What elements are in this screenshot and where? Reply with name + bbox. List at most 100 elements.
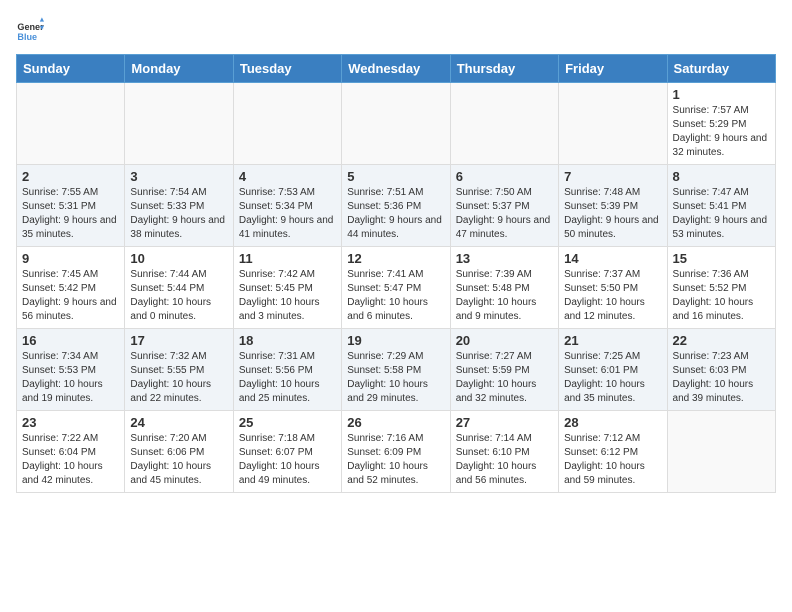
day-number: 24 — [130, 415, 227, 430]
day-cell: 26 Sunrise: 7:16 AM Sunset: 6:09 PM Dayli… — [342, 411, 450, 493]
day-info: Sunrise: 7:22 AM Sunset: 6:04 PM Dayligh… — [22, 432, 119, 488]
svg-text:General: General — [17, 22, 44, 32]
day-info: Sunrise: 7:54 AM Sunset: 5:33 PM Dayligh… — [130, 186, 227, 242]
day-cell: 16 Sunrise: 7:34 AM Sunset: 5:53 PM Dayli… — [17, 329, 125, 411]
day-info: Sunrise: 7:34 AM Sunset: 5:53 PM Dayligh… — [22, 350, 119, 406]
day-number: 14 — [564, 251, 661, 266]
logo-icon: General Blue — [16, 16, 44, 44]
weekday-header-monday: Monday — [125, 55, 233, 83]
day-cell: 14 Sunrise: 7:37 AM Sunset: 5:50 PM Dayli… — [559, 247, 667, 329]
day-cell: 22Sunrise: 7:23 AM Sunset: 6:03 PM Dayli… — [667, 329, 775, 411]
day-info: Sunrise: 7:41 AM Sunset: 5:47 PM Dayligh… — [347, 268, 444, 324]
day-info: Sunrise: 7:27 AM Sunset: 5:59 PM Dayligh… — [456, 350, 553, 406]
day-cell — [233, 83, 341, 165]
day-info: Sunrise: 7:29 AM Sunset: 5:58 PM Dayligh… — [347, 350, 444, 406]
day-number: 2 — [22, 169, 119, 184]
weekday-header-saturday: Saturday — [667, 55, 775, 83]
day-info: Sunrise: 7:16 AM Sunset: 6:09 PM Dayligh… — [347, 432, 444, 488]
day-info: Sunrise: 7:23 AM Sunset: 6:03 PM Dayligh… — [673, 350, 770, 406]
day-number: 6 — [456, 169, 553, 184]
day-number: 10 — [130, 251, 227, 266]
day-number: 21 — [564, 333, 661, 348]
weekday-header-thursday: Thursday — [450, 55, 558, 83]
day-number: 23 — [22, 415, 119, 430]
weekday-header-wednesday: Wednesday — [342, 55, 450, 83]
day-number: 20 — [456, 333, 553, 348]
day-info: Sunrise: 7:53 AM Sunset: 5:34 PM Dayligh… — [239, 186, 336, 242]
day-cell: 20 Sunrise: 7:27 AM Sunset: 5:59 PM Dayli… — [450, 329, 558, 411]
day-info: Sunrise: 7:55 AM Sunset: 5:31 PM Dayligh… — [22, 186, 119, 242]
day-cell: 18 Sunrise: 7:31 AM Sunset: 5:56 PM Dayli… — [233, 329, 341, 411]
day-info: Sunrise: 7:57 AM Sunset: 5:29 PM Dayligh… — [673, 104, 770, 160]
day-number: 5 — [347, 169, 444, 184]
day-cell: 19 Sunrise: 7:29 AM Sunset: 5:58 PM Dayli… — [342, 329, 450, 411]
weekday-header-tuesday: Tuesday — [233, 55, 341, 83]
day-info: Sunrise: 7:12 AM Sunset: 6:12 PM Dayligh… — [564, 432, 661, 488]
day-info: Sunrise: 7:31 AM Sunset: 5:56 PM Dayligh… — [239, 350, 336, 406]
day-number: 9 — [22, 251, 119, 266]
svg-text:Blue: Blue — [17, 32, 37, 42]
day-info: Sunrise: 7:51 AM Sunset: 5:36 PM Dayligh… — [347, 186, 444, 242]
day-cell — [559, 83, 667, 165]
day-number: 28 — [564, 415, 661, 430]
day-info: Sunrise: 7:44 AM Sunset: 5:44 PM Dayligh… — [130, 268, 227, 324]
day-cell: 27 Sunrise: 7:14 AM Sunset: 6:10 PM Dayli… — [450, 411, 558, 493]
day-number: 27 — [456, 415, 553, 430]
day-cell: 4 Sunrise: 7:53 AM Sunset: 5:34 PM Daylig… — [233, 165, 341, 247]
day-info: Sunrise: 7:37 AM Sunset: 5:50 PM Dayligh… — [564, 268, 661, 324]
day-cell: 15 Sunrise: 7:36 AM Sunset: 5:52 PM Dayli… — [667, 247, 775, 329]
day-cell: 6 Sunrise: 7:50 AM Sunset: 5:37 PM Daylig… — [450, 165, 558, 247]
day-info: Sunrise: 7:36 AM Sunset: 5:52 PM Dayligh… — [673, 268, 770, 324]
day-cell: 28 Sunrise: 7:12 AM Sunset: 6:12 PM Dayli… — [559, 411, 667, 493]
calendar-table: SundayMondayTuesdayWednesdayThursdayFrid… — [16, 54, 776, 493]
day-number: 8 — [673, 169, 770, 184]
day-cell: 17 Sunrise: 7:32 AM Sunset: 5:55 PM Dayli… — [125, 329, 233, 411]
day-number: 15 — [673, 251, 770, 266]
weekday-header-friday: Friday — [559, 55, 667, 83]
day-number: 3 — [130, 169, 227, 184]
weekday-header-row: SundayMondayTuesdayWednesdayThursdayFrid… — [17, 55, 776, 83]
day-info: Sunrise: 7:47 AM Sunset: 5:41 PM Dayligh… — [673, 186, 770, 242]
day-info: Sunrise: 7:32 AM Sunset: 5:55 PM Dayligh… — [130, 350, 227, 406]
day-cell: 12 Sunrise: 7:41 AM Sunset: 5:47 PM Dayli… — [342, 247, 450, 329]
day-cell: 11 Sunrise: 7:42 AM Sunset: 5:45 PM Dayli… — [233, 247, 341, 329]
week-row-3: 9Sunrise: 7:45 AM Sunset: 5:42 PM Daylig… — [17, 247, 776, 329]
day-cell: 24 Sunrise: 7:20 AM Sunset: 6:06 PM Dayli… — [125, 411, 233, 493]
day-number: 4 — [239, 169, 336, 184]
day-cell — [450, 83, 558, 165]
day-cell — [342, 83, 450, 165]
day-info: Sunrise: 7:39 AM Sunset: 5:48 PM Dayligh… — [456, 268, 553, 324]
day-number: 18 — [239, 333, 336, 348]
page-header: General Blue — [16, 16, 776, 44]
day-number: 7 — [564, 169, 661, 184]
day-cell — [667, 411, 775, 493]
day-number: 19 — [347, 333, 444, 348]
week-row-4: 16 Sunrise: 7:34 AM Sunset: 5:53 PM Dayli… — [17, 329, 776, 411]
day-cell: 13 Sunrise: 7:39 AM Sunset: 5:48 PM Dayli… — [450, 247, 558, 329]
day-info: Sunrise: 7:50 AM Sunset: 5:37 PM Dayligh… — [456, 186, 553, 242]
day-cell: 1 Sunrise: 7:57 AM Sunset: 5:29 PM Daylig… — [667, 83, 775, 165]
day-info: Sunrise: 7:20 AM Sunset: 6:06 PM Dayligh… — [130, 432, 227, 488]
day-info: Sunrise: 7:48 AM Sunset: 5:39 PM Dayligh… — [564, 186, 661, 242]
day-cell: 2 Sunrise: 7:55 AM Sunset: 5:31 PM Daylig… — [17, 165, 125, 247]
day-number: 26 — [347, 415, 444, 430]
week-row-1: 1 Sunrise: 7:57 AM Sunset: 5:29 PM Daylig… — [17, 83, 776, 165]
day-info: Sunrise: 7:18 AM Sunset: 6:07 PM Dayligh… — [239, 432, 336, 488]
day-cell: 10 Sunrise: 7:44 AM Sunset: 5:44 PM Dayli… — [125, 247, 233, 329]
day-cell: 7 Sunrise: 7:48 AM Sunset: 5:39 PM Daylig… — [559, 165, 667, 247]
day-number: 1 — [673, 87, 770, 102]
day-number: 16 — [22, 333, 119, 348]
day-number: 13 — [456, 251, 553, 266]
day-info: Sunrise: 7:25 AM Sunset: 6:01 PM Dayligh… — [564, 350, 661, 406]
day-cell: 8 Sunrise: 7:47 AM Sunset: 5:41 PM Daylig… — [667, 165, 775, 247]
day-number: 12 — [347, 251, 444, 266]
day-info: Sunrise: 7:14 AM Sunset: 6:10 PM Dayligh… — [456, 432, 553, 488]
day-number: 17 — [130, 333, 227, 348]
day-cell: 25Sunrise: 7:18 AM Sunset: 6:07 PM Dayli… — [233, 411, 341, 493]
day-info: Sunrise: 7:42 AM Sunset: 5:45 PM Dayligh… — [239, 268, 336, 324]
day-cell: 5 Sunrise: 7:51 AM Sunset: 5:36 PM Daylig… — [342, 165, 450, 247]
day-cell: 21 Sunrise: 7:25 AM Sunset: 6:01 PM Dayli… — [559, 329, 667, 411]
week-row-2: 2 Sunrise: 7:55 AM Sunset: 5:31 PM Daylig… — [17, 165, 776, 247]
day-number: 11 — [239, 251, 336, 266]
week-row-5: 23 Sunrise: 7:22 AM Sunset: 6:04 PM Dayli… — [17, 411, 776, 493]
